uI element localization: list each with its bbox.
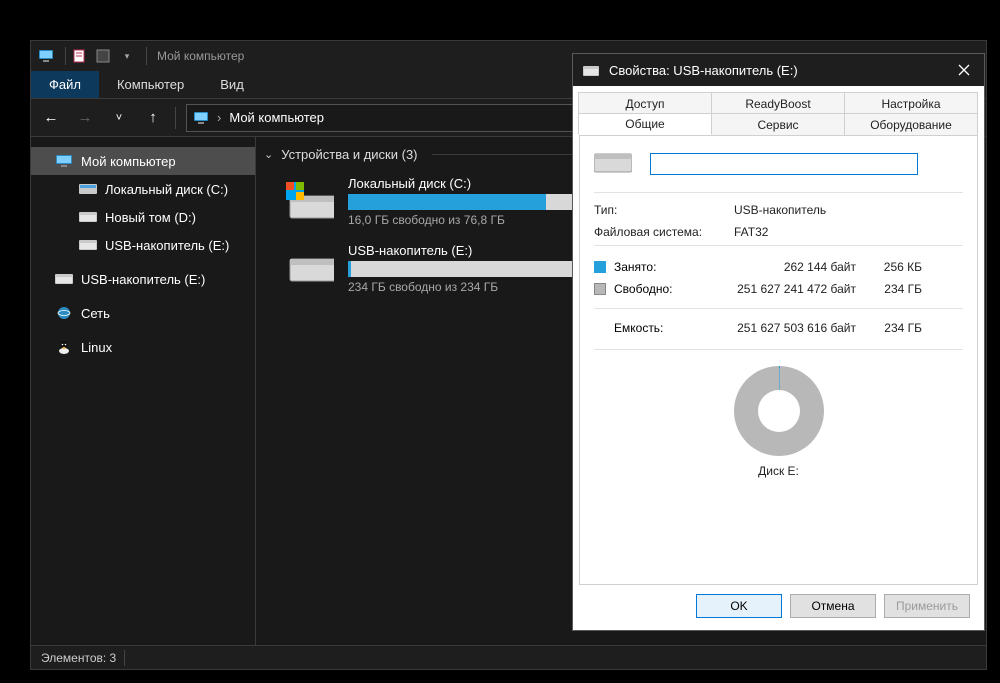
dialog-buttons: OK Отмена Применить bbox=[696, 594, 970, 618]
tab-general[interactable]: Общие bbox=[578, 113, 712, 135]
fs-value: FAT32 bbox=[734, 225, 963, 239]
drive-name: Локальный диск (C:) bbox=[348, 176, 598, 191]
close-button[interactable] bbox=[944, 54, 984, 86]
free-swatch bbox=[594, 283, 606, 295]
apply-button[interactable]: Применить bbox=[884, 594, 970, 618]
tab-service[interactable]: Сервис bbox=[711, 113, 845, 135]
qat-dropdown-icon[interactable]: ▾ bbox=[118, 47, 136, 65]
hdd-icon bbox=[286, 249, 334, 289]
cancel-button[interactable]: Отмена bbox=[790, 594, 876, 618]
tree-local-disk-c[interactable]: Локальный диск (C:) bbox=[31, 175, 255, 203]
drive-name-input[interactable] bbox=[650, 153, 918, 175]
tree-label: Сеть bbox=[81, 306, 110, 321]
used-swatch bbox=[594, 261, 606, 273]
pc-icon bbox=[37, 47, 55, 65]
nav-forward[interactable]: → bbox=[73, 106, 97, 130]
tree-usb-e-root[interactable]: USB-накопитель (E:) bbox=[31, 265, 255, 293]
divider bbox=[594, 349, 963, 350]
capacity-bytes: 251 627 503 616 байт bbox=[706, 321, 856, 335]
hdd-icon bbox=[79, 210, 97, 224]
sidebar: Мой компьютер Локальный диск (C:) Новый … bbox=[31, 137, 256, 645]
free-bytes: 251 627 241 472 байт bbox=[706, 282, 856, 296]
usage-table: Занято: 262 144 байт 256 КБ Свободно: 25… bbox=[594, 256, 963, 339]
statusbar: Элементов: 3 bbox=[31, 645, 986, 669]
drive-name: USB-накопитель (E:) bbox=[348, 243, 598, 258]
capacity-human: 234 ГБ bbox=[862, 321, 922, 335]
tabs-row-2: Общие Сервис Оборудование bbox=[573, 114, 984, 135]
tree-new-volume-d[interactable]: Новый том (D:) bbox=[31, 203, 255, 231]
used-label: Занято: bbox=[614, 260, 700, 274]
hdd-icon bbox=[594, 150, 632, 178]
hdd-windows-icon bbox=[286, 182, 334, 222]
type-label: Тип: bbox=[594, 203, 734, 217]
usage-pie-chart bbox=[734, 366, 824, 456]
properties-dialog: Свойства: USB-накопитель (E:) Доступ Rea… bbox=[572, 53, 985, 631]
drive-usage-bar bbox=[348, 261, 598, 277]
linux-icon bbox=[55, 340, 73, 354]
chevron-right-icon[interactable]: › bbox=[217, 110, 221, 125]
tab-pane-general: Тип: USB-накопитель Файловая система: FA… bbox=[579, 135, 978, 585]
tree-linux[interactable]: Linux bbox=[31, 333, 255, 361]
tree-usb-e[interactable]: USB-накопитель (E:) bbox=[31, 231, 255, 259]
hdd-icon bbox=[583, 64, 599, 76]
tree-my-computer[interactable]: Мой компьютер bbox=[31, 147, 255, 175]
tree-label: USB-накопитель (E:) bbox=[105, 238, 229, 253]
fs-label: Файловая система: bbox=[594, 225, 734, 239]
tab-settings[interactable]: Настройка bbox=[844, 92, 978, 114]
tree-network[interactable]: Сеть bbox=[31, 299, 255, 327]
divider bbox=[594, 308, 963, 309]
tb-sep bbox=[146, 47, 147, 65]
nav-back[interactable]: ← bbox=[39, 106, 63, 130]
free-label: Свободно: bbox=[614, 282, 700, 296]
tree-label: Новый том (D:) bbox=[105, 210, 196, 225]
pc-icon bbox=[193, 111, 209, 125]
tree-label: Linux bbox=[81, 340, 112, 355]
properties-qat-icon[interactable] bbox=[94, 47, 112, 65]
menu-computer[interactable]: Компьютер bbox=[99, 71, 202, 98]
used-bytes: 262 144 байт bbox=[706, 260, 856, 274]
statusbar-sep bbox=[124, 650, 125, 666]
divider bbox=[594, 245, 963, 246]
address-location[interactable]: Мой компьютер bbox=[229, 110, 324, 125]
tb-sep bbox=[65, 47, 66, 65]
hdd-icon bbox=[79, 238, 97, 252]
hdd-icon bbox=[55, 272, 73, 286]
drive-subtext: 234 ГБ свободно из 234 ГБ bbox=[348, 280, 598, 294]
tree-label: Мой компьютер bbox=[81, 154, 176, 169]
hdd-icon bbox=[79, 182, 97, 196]
pie-label: Диск E: bbox=[594, 464, 963, 478]
nav-up[interactable]: ↑ bbox=[141, 106, 165, 130]
drive-subtext: 16,0 ГБ свободно из 76,8 ГБ bbox=[348, 213, 598, 227]
properties-title: Свойства: USB-накопитель (E:) bbox=[609, 63, 798, 78]
drive-usage-bar bbox=[348, 194, 598, 210]
capacity-label: Емкость: bbox=[614, 321, 700, 335]
tab-hardware[interactable]: Оборудование bbox=[844, 113, 978, 135]
type-value: USB-накопитель bbox=[734, 203, 963, 217]
tree-label: USB-накопитель (E:) bbox=[81, 272, 205, 287]
free-human: 234 ГБ bbox=[862, 282, 922, 296]
menu-file[interactable]: Файл bbox=[31, 71, 99, 98]
divider bbox=[594, 192, 963, 193]
group-header-label: Устройства и диски (3) bbox=[281, 147, 417, 162]
tree-label: Локальный диск (C:) bbox=[105, 182, 228, 197]
properties-titlebar[interactable]: Свойства: USB-накопитель (E:) bbox=[573, 54, 984, 86]
pc-icon bbox=[55, 154, 73, 168]
nav-recent-dropdown[interactable]: ˅ bbox=[107, 106, 131, 130]
nav-sep bbox=[175, 107, 176, 129]
close-icon bbox=[958, 64, 970, 76]
status-item-count: Элементов: 3 bbox=[41, 651, 116, 665]
network-icon bbox=[55, 306, 73, 320]
window-title: Мой компьютер bbox=[157, 49, 244, 63]
tab-access[interactable]: Доступ bbox=[578, 92, 712, 114]
quick-access-icon[interactable] bbox=[70, 47, 88, 65]
menu-view[interactable]: Вид bbox=[202, 71, 262, 98]
tabs-row-1: Доступ ReadyBoost Настройка bbox=[573, 86, 984, 114]
ok-button[interactable]: OK bbox=[696, 594, 782, 618]
used-human: 256 КБ bbox=[862, 260, 922, 274]
tab-readyboost[interactable]: ReadyBoost bbox=[711, 92, 845, 114]
chevron-down-icon[interactable]: ⌄ bbox=[264, 148, 273, 161]
